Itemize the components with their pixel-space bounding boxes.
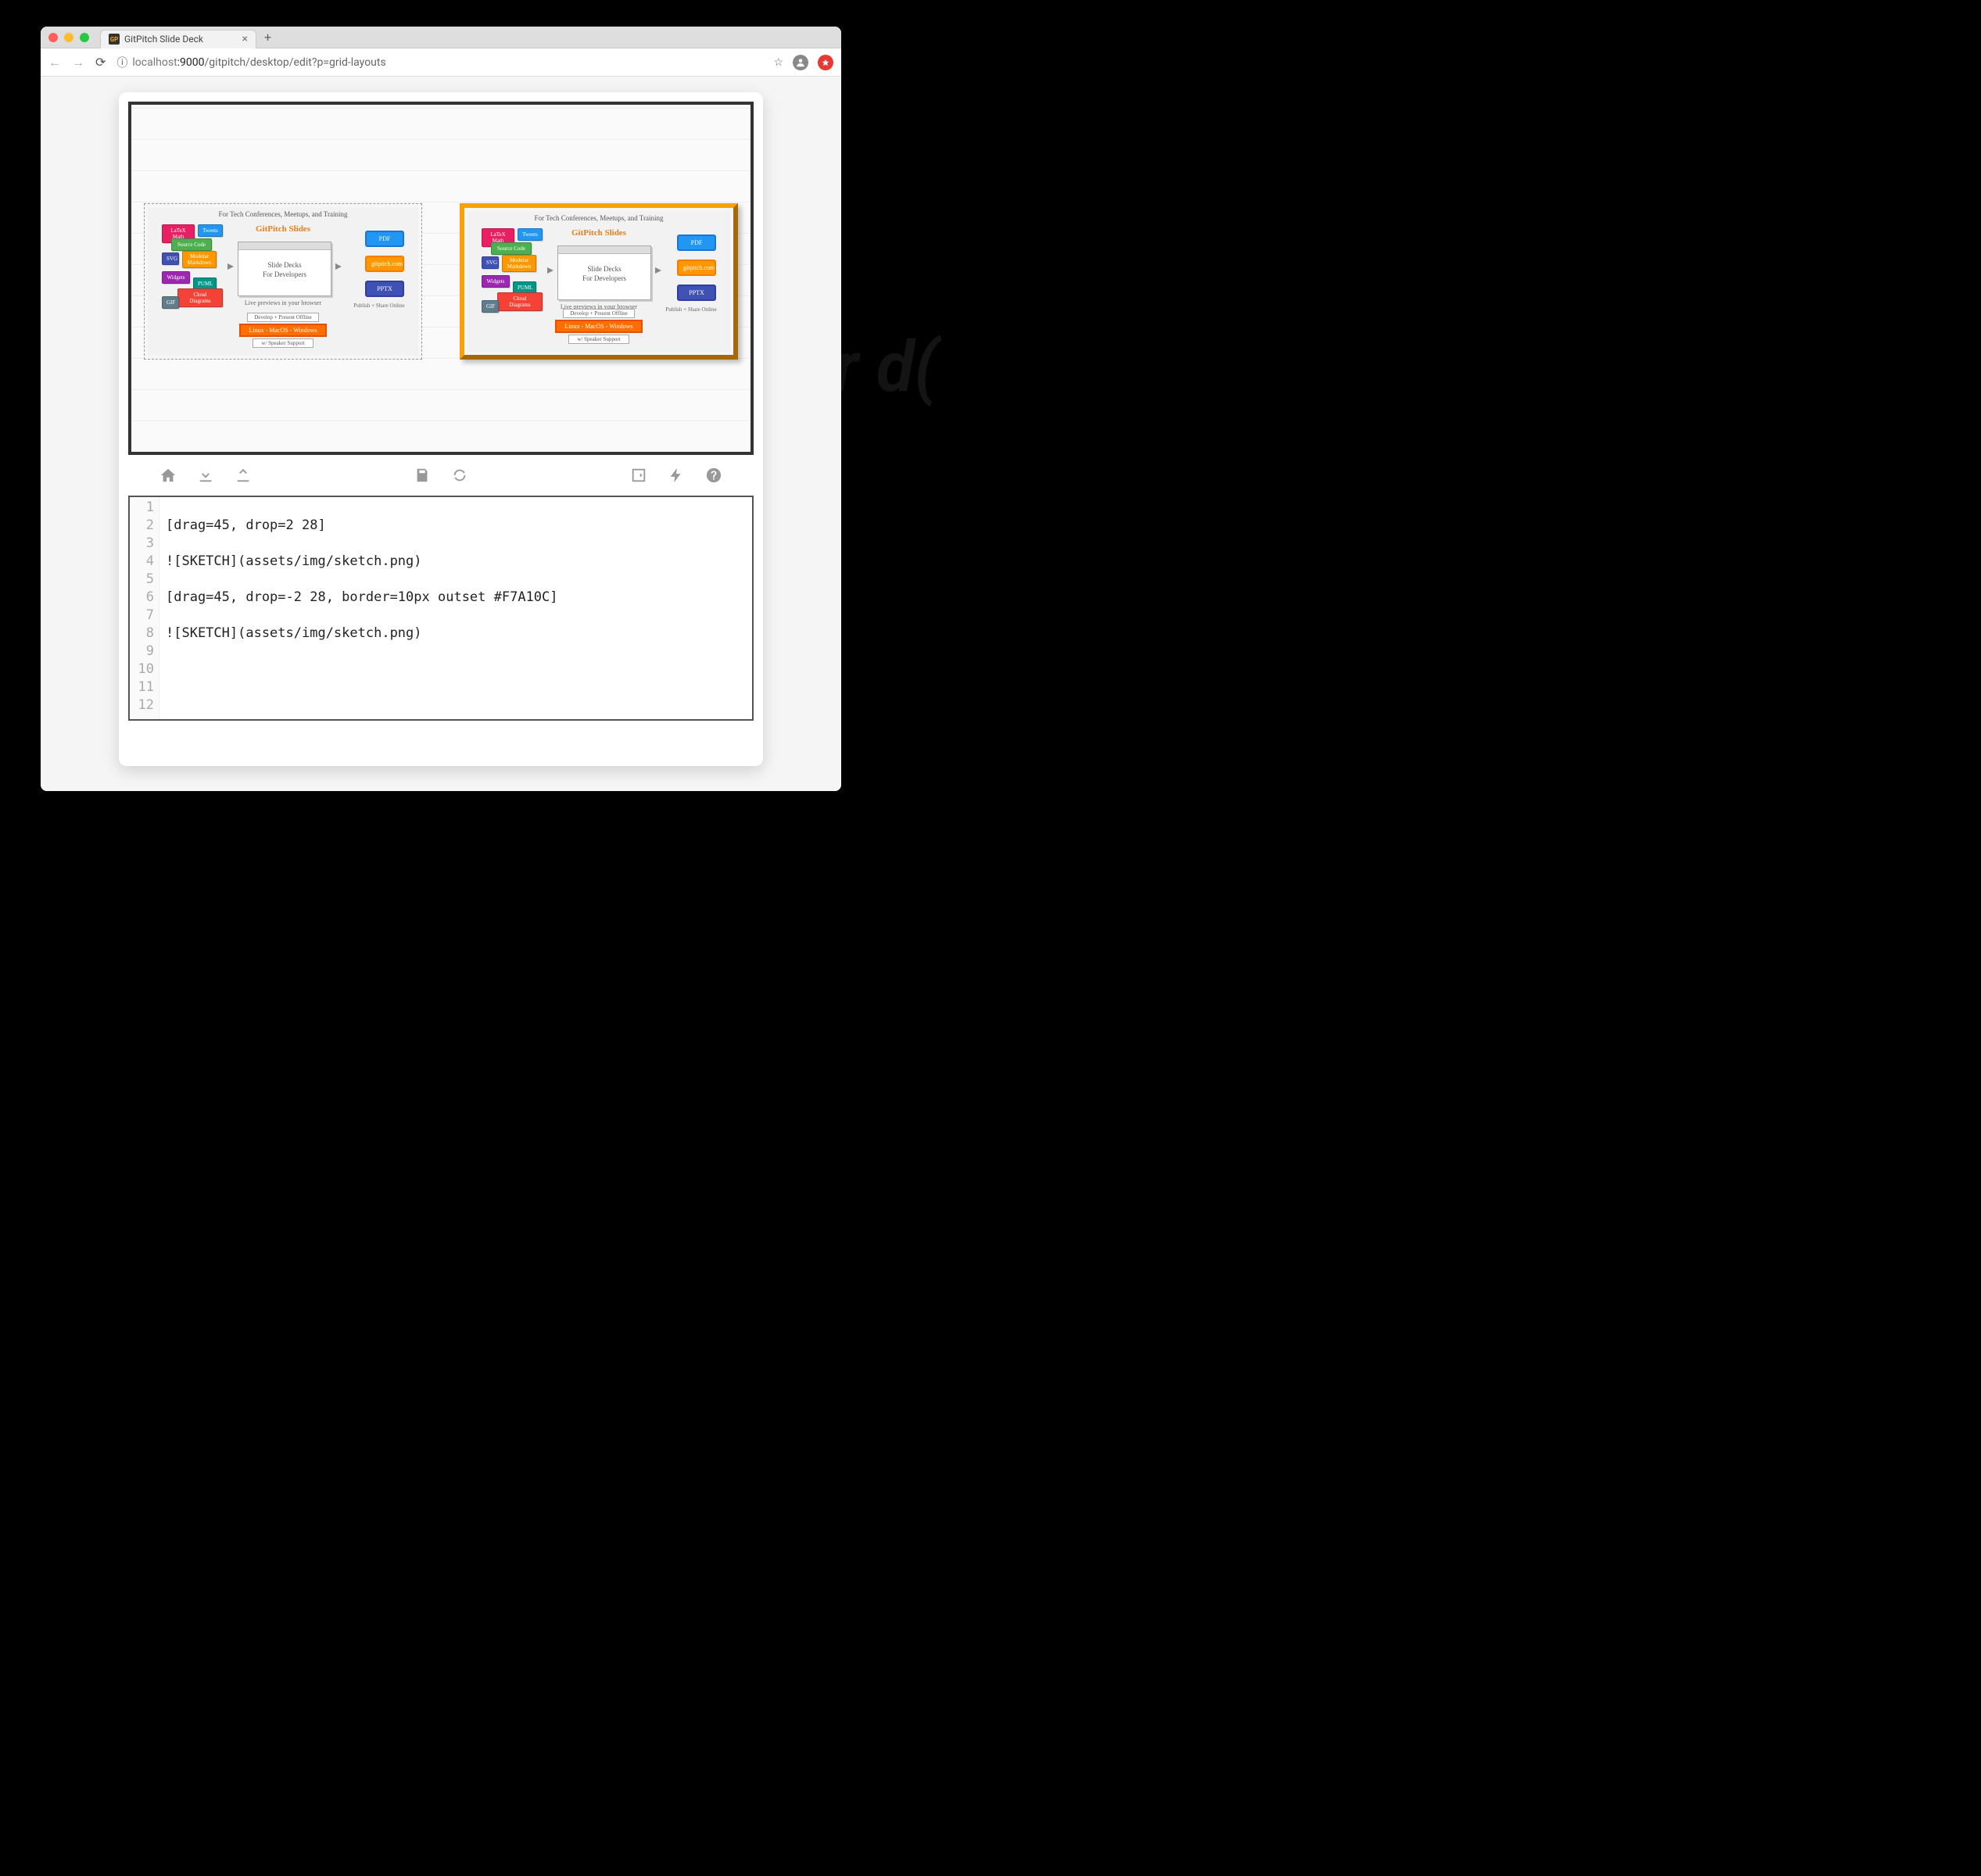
- bolt-icon[interactable]: [668, 467, 685, 484]
- tag-svg: SVG: [482, 256, 499, 269]
- output-pdf: PDF: [677, 234, 716, 251]
- tag-tweets: Tweets: [198, 224, 223, 237]
- url-field[interactable]: ⓘ localhost:9000/gitpitch/desktop/edit?p…: [116, 55, 762, 70]
- nav-reload-icon[interactable]: ⟳: [95, 55, 106, 70]
- expand-icon[interactable]: [630, 467, 647, 484]
- output-label: Publish + Share Online: [349, 303, 409, 309]
- code-editor[interactable]: 1 2 3 4 5 6 7 8 9 10 11 12 [drag=45, dro…: [128, 496, 754, 721]
- arrow-icon: [227, 263, 234, 270]
- sketch-develop-label: Develop + Present Offline: [563, 309, 635, 318]
- arrow-icon: [547, 267, 553, 274]
- upload-icon[interactable]: [235, 467, 252, 484]
- gitpitch-app-card: For Tech Conferences, Meetups, and Train…: [119, 92, 763, 766]
- new-tab-button[interactable]: +: [264, 30, 271, 45]
- help-icon[interactable]: [705, 467, 722, 484]
- minimize-window-button[interactable]: [64, 33, 73, 42]
- page-content: For Tech Conferences, Meetups, and Train…: [41, 77, 841, 791]
- output-pptx: PPTX: [365, 281, 404, 297]
- tab-favicon: GP: [109, 34, 120, 45]
- maximize-window-button[interactable]: [80, 33, 89, 42]
- profile-avatar-icon[interactable]: [793, 55, 808, 70]
- tab-close-icon[interactable]: ×: [242, 33, 248, 45]
- tag-source: Source Code: [171, 238, 212, 251]
- output-pdf: PDF: [365, 231, 404, 247]
- sketch-center-window: Slide DecksFor Developers: [557, 245, 651, 300]
- browser-window: GP GitPitch Slide Deck × + ← → ⟳ ⓘ local…: [41, 27, 841, 791]
- home-icon[interactable]: [159, 467, 177, 484]
- tag-modular: Modular Markdown: [502, 255, 536, 272]
- sketch-title: For Tech Conferences, Meetups, and Train…: [148, 210, 418, 218]
- url-port: :9000: [177, 56, 205, 69]
- editor-code[interactable]: [drag=45, drop=2 28] ![SKETCH](assets/im…: [159, 497, 752, 719]
- sketch-image-right: For Tech Conferences, Meetups, and Train…: [460, 203, 738, 360]
- refresh-icon[interactable]: [451, 467, 468, 484]
- tag-modular: Modular Markdown: [182, 251, 217, 268]
- output-site: gitpitch.com: [365, 256, 404, 272]
- sketch-image-left: For Tech Conferences, Meetups, and Train…: [144, 203, 422, 360]
- tag-widgets: Widgets: [162, 271, 190, 284]
- editor-gutter: 1 2 3 4 5 6 7 8 9 10 11 12: [130, 497, 159, 719]
- slide-preview[interactable]: For Tech Conferences, Meetups, and Train…: [128, 102, 754, 455]
- url-host: localhost: [132, 56, 177, 69]
- traffic-lights: [48, 33, 89, 42]
- sketch-speaker-label: w/ Speaker Support: [568, 335, 629, 344]
- close-window-button[interactable]: [48, 33, 58, 42]
- nav-back-icon[interactable]: ←: [48, 55, 61, 70]
- tag-source: Source Code: [491, 242, 532, 255]
- url-path: /gitpitch/desktop/edit?p=grid-layouts: [205, 56, 386, 69]
- editor-toolbar: [128, 455, 754, 489]
- sketch-title: For Tech Conferences, Meetups, and Train…: [467, 214, 730, 222]
- sketch-speaker-label: w/ Speaker Support: [253, 338, 313, 348]
- sketch-os-label: Linux - MacOS - Windows: [555, 320, 642, 333]
- tag-svg: SVG: [162, 252, 179, 265]
- sketch-center-window: Slide DecksFor Developers: [238, 242, 331, 296]
- window-titlebar: GP GitPitch Slide Deck × +: [41, 27, 841, 48]
- bookmark-star-icon[interactable]: ☆: [773, 56, 783, 69]
- address-bar: ← → ⟳ ⓘ localhost:9000/gitpitch/desktop/…: [41, 48, 841, 77]
- save-icon[interactable]: [414, 467, 431, 484]
- output-pptx: PPTX: [677, 285, 716, 301]
- arrow-icon: [655, 267, 661, 274]
- sketch-develop-label: Develop + Present Offline: [247, 313, 319, 322]
- tag-widgets: Widgets: [482, 275, 510, 288]
- arrow-icon: [335, 263, 342, 270]
- extension-icon[interactable]: [818, 55, 833, 70]
- sketch-os-label: Linux - MacOS - Windows: [239, 324, 326, 337]
- download-icon[interactable]: [197, 467, 214, 484]
- output-site: gitpitch.com: [677, 260, 716, 276]
- browser-tab[interactable]: GP GitPitch Slide Deck ×: [100, 30, 256, 48]
- tag-tweets: Tweets: [518, 228, 543, 241]
- nav-forward-icon[interactable]: →: [72, 55, 84, 70]
- site-info-icon[interactable]: ⓘ: [116, 55, 127, 70]
- tab-title: GitPitch Slide Deck: [124, 34, 203, 45]
